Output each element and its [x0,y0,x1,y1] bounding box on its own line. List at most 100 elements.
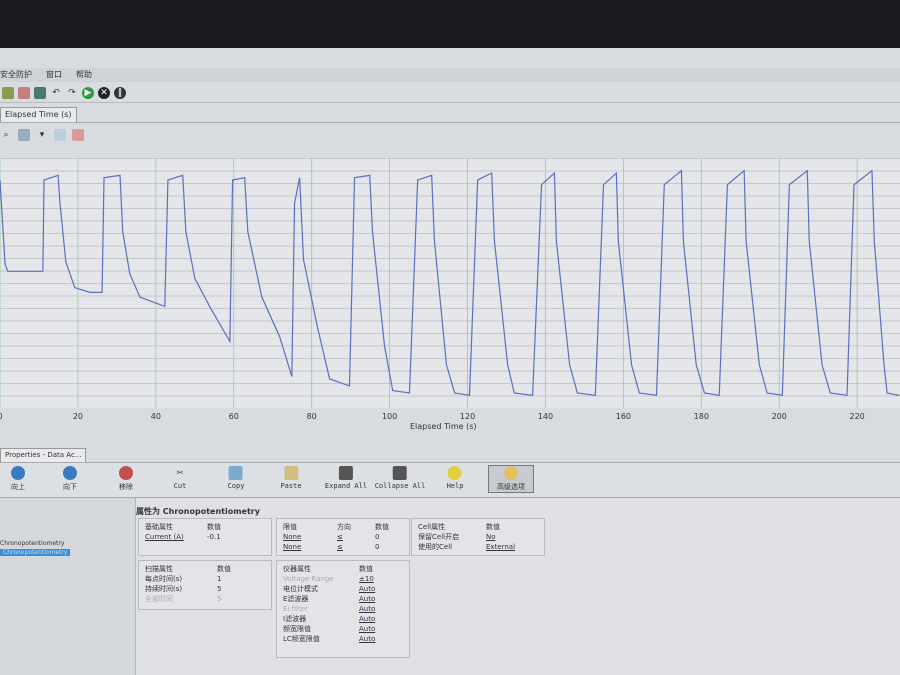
main-toolbar: ↶ ↷ ▶ ✕ ‖ [0,84,900,103]
dropdown-icon[interactable]: ▾ [36,129,48,141]
x-tick-label: 120 [459,412,476,421]
limit-type[interactable]: None [283,532,337,542]
scan-value[interactable]: 5 [217,584,221,594]
run-icon[interactable]: ▶ [82,87,94,99]
scan-value: 5 [217,595,222,603]
x-tick-label: 220 [849,412,865,421]
header: 数值 [375,523,389,531]
instrument-value: ±10 [359,575,374,583]
instrument-value[interactable]: Auto [359,614,375,624]
instrument-value[interactable]: Auto [359,624,375,634]
graph-icon[interactable] [54,129,66,141]
instrument-value[interactable]: Auto [359,594,375,604]
limit-direction[interactable]: ≤ [337,542,375,552]
instrument-properties: 仪器属性 数值 Voltage Range ±10 电位计模式 Auto E滤波器 Au… [276,560,410,658]
instrument-value: Auto [359,605,376,613]
x-tick-label: 160 [615,412,632,421]
copy-button[interactable]: Copy [227,466,245,490]
paste-button[interactable]: Paste [280,466,302,490]
tree-item[interactable]: Chronopotentiometry [0,540,64,547]
scan-label: 持续时间(s) [145,585,183,593]
x-axis: 0 20 40 60 80 100 120 140 160 180 200 220 Elapsed T… [0,408,900,438]
instrument-value[interactable]: Auto [359,634,375,644]
current-value[interactable]: -0.1 [207,532,221,542]
menu-help[interactable]: 帮助 [76,68,92,82]
move-up-button[interactable]: 向上 [11,466,25,492]
limit-value[interactable]: 0 [375,542,379,552]
expand-all-button[interactable]: Expand All [325,466,367,490]
header: 基础属性 [145,523,173,531]
instrument-label: I滤波器 [283,615,307,623]
header: 数值 [359,565,373,573]
move-down-button[interactable]: 向下 [63,466,77,492]
collapse-icon [392,466,407,480]
label: 高级选项 [497,483,525,491]
advanced-options-button[interactable]: 高级选项 [488,465,534,493]
scissors-icon: ✂ [176,466,184,479]
instrument-label: Ei filter [283,605,308,613]
cell-properties: Cell属性 数值 保留Cell开启 No 使用的Cell External [411,518,545,556]
cell-value[interactable]: No [486,532,496,542]
header: 数值 [217,565,231,573]
help-button[interactable]: Help [446,466,464,490]
x-tick-label: 40 [150,412,161,421]
scan-properties: 扫描属性 数值 每点时间(s) 1 持续时间(s) 5 全部时间 5 [138,560,272,610]
list-icon[interactable] [34,87,46,99]
scan-value[interactable]: 1 [217,574,221,584]
tab-bar: Elapsed Time (s) [0,106,900,123]
header: 仪器属性 [283,565,311,573]
redo-icon[interactable]: ↷ [66,87,78,99]
header: 数值 [207,523,221,531]
header: Cell属性 [418,523,446,531]
pause-icon[interactable]: ‖ [114,87,126,99]
current-label[interactable]: Current (A) [145,532,207,542]
limit-value[interactable]: 0 [375,532,379,542]
cut-button[interactable]: ✂ Cut [173,466,187,490]
arrow-down-icon [63,466,77,480]
zoom-icon[interactable]: ⌕ [0,129,12,141]
expand-icon [339,466,353,480]
instrument-label: 频宽限值 [283,625,311,633]
chart-icon[interactable] [18,87,30,99]
instrument-label: LC频宽限值 [283,635,320,643]
scan-label: 全部时间 [145,595,173,603]
cell-label: 使用的Cell [418,543,453,551]
tab-elapsed-time[interactable]: Elapsed Time (s) [0,107,77,122]
menu-security[interactable]: 安全防护 [0,68,32,82]
menu-window[interactable]: 窗口 [46,68,62,82]
application-window: 安全防护 窗口 帮助 ↶ ↷ ▶ ✕ ‖ Elapsed Time (s) ⌕ … [0,48,900,675]
cell-value[interactable]: External [486,542,515,552]
x-tick-label: 80 [306,412,317,421]
copy-icon [228,466,243,480]
cell-label: 保留Cell开启 [418,533,460,541]
header: 扫描属性 [145,565,173,573]
label: 移除 [119,483,133,491]
undo-icon[interactable]: ↶ [50,87,62,99]
label: Help [446,482,464,490]
zoom-fit-icon[interactable] [18,129,30,141]
x-axis-label: Elapsed Time (s) [410,422,477,431]
arrow-up-icon [11,466,25,480]
label: Copy [227,482,245,490]
open-icon[interactable] [2,87,14,99]
tab-properties[interactable]: Properties - Data Ac... [0,448,87,462]
remove-button[interactable]: 移除 [119,466,133,492]
remove-icon [119,466,133,480]
advanced-icon [504,466,518,480]
instrument-value[interactable]: Auto [359,584,375,594]
experiment-tree: Chronopotentiometry Chronopotentiometry [0,498,136,675]
limit-direction[interactable]: ≤ [337,532,375,542]
plot-area[interactable] [0,158,900,408]
stop-icon[interactable]: ✕ [98,87,110,99]
help-icon [447,466,462,480]
export-icon[interactable] [72,129,84,141]
x-tick-label: 140 [537,412,554,421]
header: 数值 [486,523,500,531]
limit-type[interactable]: None [283,542,337,552]
label: Paste [280,482,302,490]
tree-item-selected[interactable]: Chronopotentiometry [0,549,71,556]
basic-properties: 基础属性 数值 Current (A) -0.1 [138,518,272,556]
label: 向上 [11,483,25,491]
collapse-all-button[interactable]: Collapse All [375,466,425,490]
series-line [0,169,900,397]
